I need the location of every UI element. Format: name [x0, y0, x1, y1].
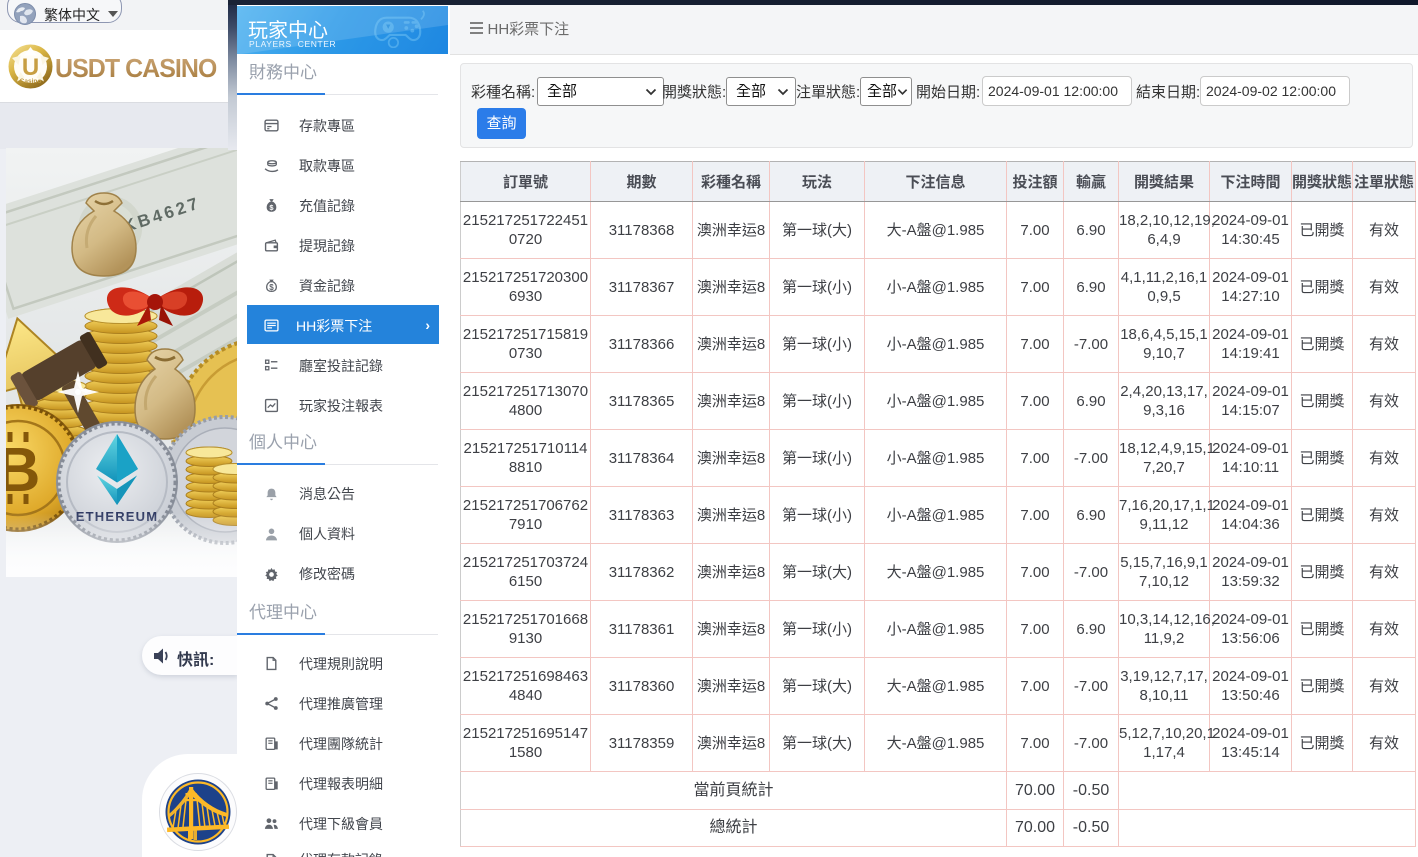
svg-text:Casino: Casino	[20, 78, 42, 85]
svg-text:$: $	[269, 283, 274, 292]
svg-text:U: U	[22, 54, 39, 81]
